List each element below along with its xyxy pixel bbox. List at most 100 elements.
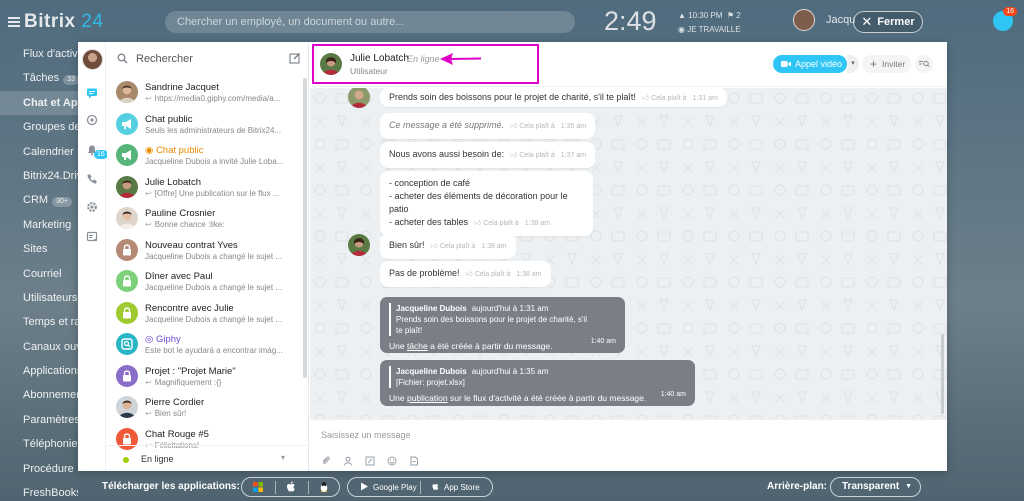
task-link[interactable]: tâche bbox=[407, 341, 428, 351]
recent-item[interactable]: ◉ Chat public Jacqueline Dubois a invité … bbox=[107, 140, 303, 172]
quoted-message[interactable]: Jacqueline Dubois aujourd'hui à 1:35 am [… bbox=[389, 366, 686, 388]
system-message[interactable]: Jacqueline Dubois aujourd'hui à 1:35 am [… bbox=[380, 360, 695, 406]
portal-menu-item[interactable]: Temps et rapports bbox=[0, 310, 78, 334]
portal-menu-item[interactable]: Calendrier bbox=[0, 140, 78, 164]
recent-item[interactable]: Pauline Crosnier ↩ Bonne chance :like: bbox=[107, 203, 303, 235]
message-scrollbar[interactable] bbox=[941, 334, 944, 414]
recent-item[interactable]: Projet : "Projet Marie" ↩ Magnifiquement :… bbox=[107, 361, 303, 393]
like-icon[interactable]: 👍︎ bbox=[642, 95, 649, 102]
settings-icon[interactable] bbox=[86, 201, 98, 213]
portal-menu-item[interactable]: Utilisateurs bbox=[0, 286, 78, 310]
message-avatar[interactable] bbox=[348, 234, 370, 256]
portal-menu-item[interactable]: Flux d'activité bbox=[0, 42, 78, 66]
recent-item[interactable]: Julie Lobatch ↩ [Offre] Une publication su… bbox=[107, 172, 303, 204]
portal-menu-item[interactable]: Groupes de travail bbox=[0, 115, 78, 139]
apple-icon[interactable] bbox=[285, 481, 297, 493]
like-icon[interactable]: 👍︎ bbox=[510, 152, 517, 159]
user-name[interactable]: Jacqu bbox=[826, 14, 855, 26]
recent-item[interactable]: Dîner avec Paul Jacqueline Dubois a chang… bbox=[107, 266, 303, 298]
message-bubble[interactable]: Bien sûr! 👍︎ Cela plaît à 1:38 am bbox=[380, 233, 516, 259]
like-icon[interactable]: 👍︎ bbox=[466, 271, 473, 278]
portal-logo[interactable]: Bitrix 24 bbox=[8, 11, 104, 33]
system-message[interactable]: Jacqueline Dubois aujourd'hui à 1:31 am P… bbox=[380, 297, 625, 353]
avatar bbox=[116, 207, 138, 229]
emoji-icon[interactable] bbox=[387, 456, 397, 466]
portal-menu-item[interactable]: Chat et Appels bbox=[0, 90, 78, 116]
portal-menu-item[interactable]: Sites bbox=[0, 237, 78, 261]
message-bubble[interactable]: - conception de café - acheter des éléme… bbox=[380, 171, 593, 236]
message-bubble[interactable]: Nous avons aussi besoin de: 👍︎ Cela plaît… bbox=[380, 142, 596, 168]
recent-item[interactable]: Pierre Cordier ↩ Bien sûr! bbox=[107, 392, 303, 424]
search-input[interactable]: Rechercher bbox=[136, 53, 193, 65]
close-button[interactable]: ✕ Fermer bbox=[853, 11, 923, 33]
phone-icon[interactable] bbox=[86, 173, 98, 185]
avatar bbox=[116, 396, 138, 418]
portal-menu-item[interactable]: Applications bbox=[0, 359, 78, 383]
user-avatar[interactable] bbox=[793, 9, 815, 31]
work-time-info[interactable]: ▲ 10:30 PM ⚑ 2 ◉ JE TRAVAILLE bbox=[678, 9, 741, 37]
message-bubble[interactable]: Prends soin des boissons pour le projet … bbox=[380, 88, 727, 107]
invite-button[interactable]: + Inviter bbox=[862, 55, 911, 73]
menu-icon[interactable] bbox=[8, 16, 20, 27]
calendar-chat-icon[interactable] bbox=[86, 231, 98, 243]
search-icon bbox=[117, 53, 128, 64]
recent-item[interactable]: ◎ Giphy Este bot le ayudará a encontrar i… bbox=[107, 329, 303, 361]
post-link[interactable]: publication bbox=[407, 393, 448, 403]
recent-scrollbar[interactable] bbox=[303, 78, 307, 378]
video-call-menu-button[interactable]: ▾ bbox=[847, 55, 859, 73]
search-lines-icon bbox=[919, 60, 930, 67]
recent-item[interactable]: Chat public Seuls les administrateurs de … bbox=[107, 109, 303, 141]
linux-icon[interactable] bbox=[318, 481, 330, 493]
background-select[interactable]: Transparent ▼ bbox=[830, 477, 921, 497]
reply-icon: ↩ bbox=[145, 377, 152, 387]
google-play-icon bbox=[361, 482, 368, 491]
status-label: En ligne bbox=[141, 454, 174, 464]
lock-icon bbox=[116, 364, 138, 387]
chat-panel: Julie Lobatch En ligne Utilisateur Appel… bbox=[310, 42, 947, 471]
user-icon[interactable] bbox=[343, 456, 353, 466]
portal-menu-item[interactable]: Tâches 33 bbox=[0, 66, 78, 90]
app-store-link[interactable]: App Store bbox=[431, 482, 480, 492]
public-chat-icon: ◉ bbox=[145, 145, 156, 156]
portal-search-input[interactable]: Chercher un employé, un document ou autr… bbox=[165, 11, 575, 33]
video-call-button[interactable]: Appel vidéo bbox=[773, 55, 847, 73]
recent-item-preview: ↩ [Offre] Une publication sur le flux ... bbox=[145, 188, 280, 198]
chat-icon[interactable] bbox=[86, 87, 98, 99]
document-icon[interactable] bbox=[409, 456, 419, 466]
portal-menu-item[interactable]: Bitrix24.Drive bbox=[0, 164, 78, 188]
chat-search-button[interactable] bbox=[915, 55, 933, 73]
portal-menu-item[interactable]: Abonnement bbox=[0, 383, 78, 407]
portal-menu-item[interactable]: Paramètres bbox=[0, 408, 78, 432]
messenger-window: 16 Rechercher Sandrine Jacquet ↩ https://m… bbox=[78, 42, 947, 471]
windows-icon[interactable] bbox=[252, 481, 264, 493]
recent-item-preview: Jacqueline Dubois a invité Julie Loba... bbox=[145, 157, 284, 166]
status-selector[interactable]: En ligne ▾ bbox=[107, 445, 309, 471]
like-icon[interactable]: 👍︎ bbox=[510, 123, 517, 130]
lock-icon bbox=[116, 270, 138, 292]
open-channels-icon[interactable] bbox=[86, 114, 98, 126]
like-icon[interactable]: 👍︎ bbox=[474, 220, 481, 227]
recent-item[interactable]: Nouveau contrat Yves Jacqueline Dubois a … bbox=[107, 235, 303, 267]
recent-item[interactable]: Sandrine Jacquet ↩ https://media0.giphy.co… bbox=[107, 77, 303, 109]
portal-menu-item[interactable]: CRM 30+ bbox=[0, 188, 78, 212]
recent-item-preview: ↩ Magnifiquement :{} bbox=[145, 377, 222, 387]
notifications-icon[interactable]: 16 bbox=[993, 7, 1017, 31]
like-icon[interactable]: 👍︎ bbox=[431, 243, 438, 250]
message-bubble[interactable]: Pas de problème! 👍︎ Cela plaît à 1:38 am bbox=[380, 261, 551, 287]
portal-menu-item[interactable]: Téléphonie bbox=[0, 432, 78, 456]
portal-menu-item[interactable]: Marketing bbox=[0, 213, 78, 237]
recent-item[interactable]: Rencontre avec Julie Jacqueline Dubois a … bbox=[107, 298, 303, 330]
message-input[interactable]: Saisissez un message bbox=[321, 430, 411, 440]
quoted-message[interactable]: Jacqueline Dubois aujourd'hui à 1:31 am P… bbox=[389, 303, 616, 336]
compose-icon[interactable] bbox=[289, 52, 301, 64]
portal-menu-item[interactable]: Courriel bbox=[0, 262, 78, 286]
recent-search[interactable]: Rechercher bbox=[107, 48, 309, 70]
edit-icon[interactable] bbox=[365, 456, 375, 466]
reply-icon: ↩ bbox=[145, 220, 152, 229]
portal-menu-item[interactable]: Canaux ouverts bbox=[0, 335, 78, 359]
google-play-link[interactable]: Google Play bbox=[360, 482, 417, 492]
attach-icon[interactable] bbox=[321, 456, 331, 466]
message-bubble[interactable]: Ce message a été supprimé. 👍︎ Cela plaît … bbox=[380, 113, 596, 139]
my-avatar[interactable] bbox=[82, 49, 103, 70]
recent-item-name: Chat Rouge #5 bbox=[145, 428, 209, 440]
